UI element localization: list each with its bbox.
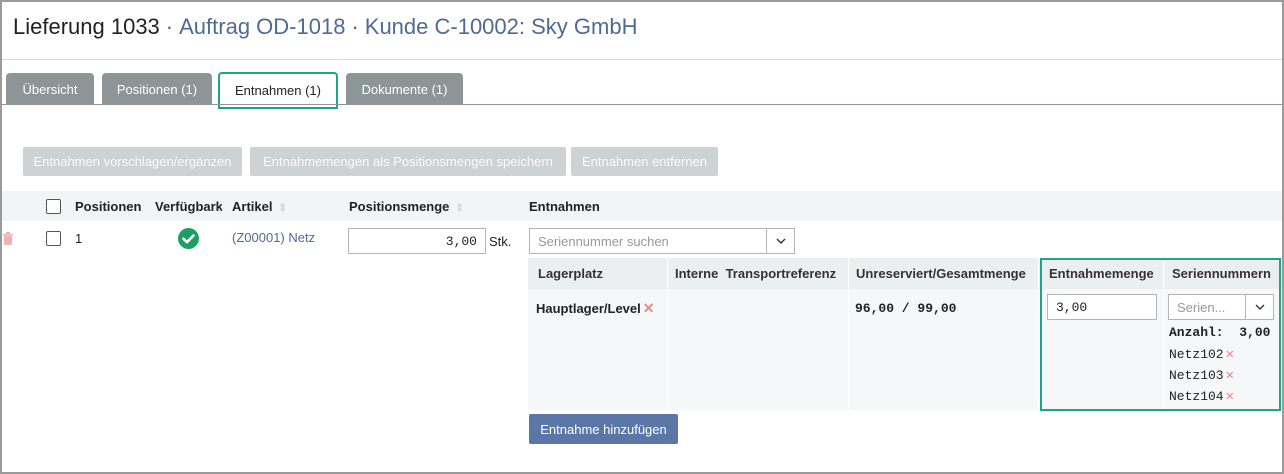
column-divider bbox=[848, 258, 849, 410]
article-link[interactable]: (Z00001) Netz bbox=[232, 230, 315, 245]
trash-icon[interactable] bbox=[2, 231, 14, 245]
customer-link[interactable]: Kunde C-10002: Sky GmbH bbox=[365, 14, 638, 39]
header-divider bbox=[2, 59, 1282, 60]
sort-icon[interactable]: ⇕ bbox=[278, 203, 286, 214]
chevron-down-icon[interactable] bbox=[766, 229, 794, 253]
select-all-checkbox[interactable] bbox=[46, 199, 61, 214]
tab-underline bbox=[2, 104, 1282, 105]
unit-label: Stk. bbox=[489, 234, 512, 249]
title-separator: · bbox=[351, 14, 359, 39]
serial-search-select[interactable]: Seriennummer suchen bbox=[529, 228, 795, 254]
subheader-storage: Lagerplatz bbox=[538, 266, 604, 281]
position-number: 1 bbox=[75, 231, 83, 246]
suggest-withdrawals-button[interactable]: Entnahmen vorschlagen/ergänzen bbox=[23, 147, 242, 176]
header-article[interactable]: Artikel ⇕ bbox=[232, 199, 287, 214]
highlight-box bbox=[1040, 258, 1281, 411]
page-title: Lieferung 1033 · Auftrag OD-1018 · Kunde C-1… bbox=[13, 14, 637, 40]
subheader-unreserved-total: Unreserviert/Gesamtmenge bbox=[856, 266, 1026, 281]
save-quantities-button[interactable]: Entnahmemengen als Positionsmengen speic… bbox=[250, 147, 566, 176]
column-divider bbox=[1038, 258, 1039, 410]
storage-location: Hauptlager/Level ✕ bbox=[536, 300, 655, 317]
add-withdrawal-button[interactable]: Entnahme hinzufügen bbox=[529, 414, 678, 444]
tab-documents[interactable]: Dokumente (1) bbox=[346, 73, 463, 105]
remove-withdrawals-button[interactable]: Entnahmen entfernen bbox=[571, 147, 718, 176]
sort-icon[interactable]: ⇕ bbox=[455, 203, 463, 214]
column-divider bbox=[667, 258, 668, 410]
header-withdrawals: Entnahmen bbox=[529, 199, 600, 214]
header-availability: Verfügbark bbox=[155, 199, 222, 214]
order-link[interactable]: Auftrag OD-1018 bbox=[179, 14, 345, 39]
serial-search-placeholder: Seriennummer suchen bbox=[538, 233, 669, 249]
available-check-icon bbox=[178, 228, 199, 249]
unreserved-total-value: 96,00 / 99,00 bbox=[855, 301, 957, 316]
tab-positions[interactable]: Positionen (1) bbox=[102, 73, 212, 105]
header-positions: Positionen bbox=[75, 199, 142, 214]
position-quantity-input[interactable]: 3,00 bbox=[348, 228, 486, 254]
delivery-title: Lieferung 1033 bbox=[13, 14, 160, 39]
title-separator: · bbox=[165, 14, 174, 39]
header-article-label: Artikel bbox=[232, 199, 273, 214]
header-position-qty-label: Positionsmenge bbox=[349, 199, 450, 214]
header-position-qty[interactable]: Positionsmenge ⇕ bbox=[349, 199, 464, 214]
remove-storage-icon[interactable]: ✕ bbox=[643, 300, 655, 316]
storage-location-label: Hauptlager/Level bbox=[536, 301, 641, 316]
row-checkbox[interactable] bbox=[46, 231, 61, 246]
tab-overview[interactable]: Übersicht bbox=[6, 73, 94, 105]
subheader-transport-ref: Interne Transportreferenz bbox=[675, 266, 837, 281]
